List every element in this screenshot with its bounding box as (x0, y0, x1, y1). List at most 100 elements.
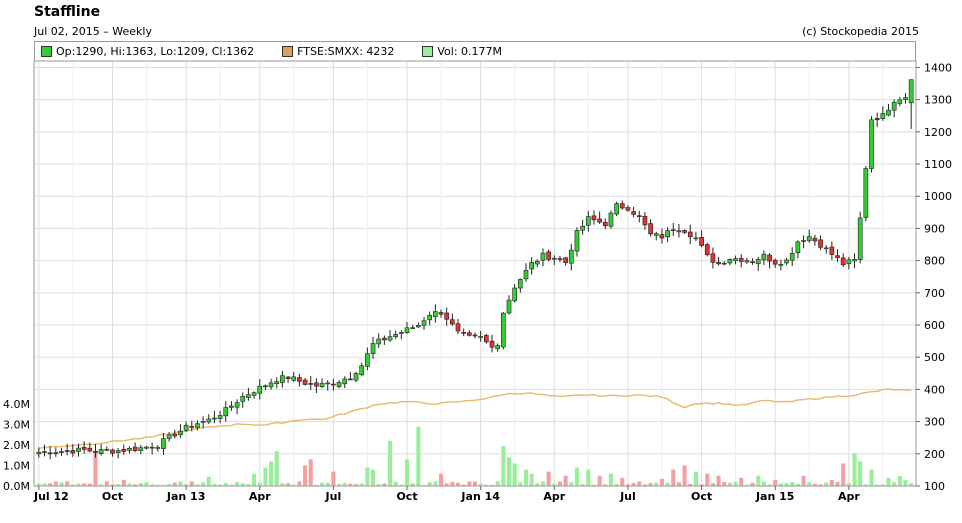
volume-bar (252, 473, 257, 486)
candle-body (251, 392, 257, 396)
candle-body (240, 395, 246, 402)
price-chart: 100 200 300 400 500 600 700 800 900 1000 1100 1200 1… (3, 60, 952, 503)
candle-body (472, 334, 478, 337)
volume-bar (416, 426, 421, 486)
candle-body (693, 237, 699, 240)
candle-body (517, 279, 523, 289)
volume-bar (659, 478, 664, 486)
candle-body (795, 241, 801, 254)
candle-body (42, 451, 47, 453)
volume-tick-label: 2.0M (3, 439, 30, 452)
candle-body (585, 216, 591, 226)
volume-bar (835, 482, 840, 486)
candle-body (591, 215, 597, 221)
candle-body (455, 323, 461, 332)
candle-body (308, 383, 314, 385)
candle-body (631, 211, 636, 215)
x-tick-label: Oct (396, 490, 417, 503)
candle-body (98, 449, 104, 454)
candle-body (268, 382, 274, 388)
candle-body (852, 259, 857, 262)
volume-bar (563, 475, 568, 486)
volume-bar (189, 481, 194, 486)
candle-body (138, 447, 144, 451)
candle-body (297, 377, 302, 382)
candle-body (393, 333, 399, 337)
candle-body (648, 223, 653, 235)
candle-body (285, 376, 291, 379)
candle-body (206, 418, 212, 423)
price-axis: 100 200 300 400 500 600 700 800 900 1000 1100 1200 1… (916, 61, 952, 493)
candle-body (903, 97, 908, 100)
candle-body (365, 353, 370, 367)
candle-body (619, 203, 625, 209)
volume-bar (104, 481, 109, 486)
y-tick-label: 1300 (924, 94, 952, 107)
volume-bar (852, 453, 857, 486)
candle-body (495, 345, 500, 350)
volume-bar (773, 479, 778, 486)
volume-bar (506, 457, 512, 486)
volume-bar (705, 473, 710, 486)
candle-body (144, 446, 149, 449)
y-tick-label: 800 (924, 255, 945, 268)
candle-body (546, 251, 551, 260)
volume-bar (65, 481, 70, 486)
candle-body (200, 421, 206, 423)
candle-body (761, 253, 767, 261)
candle-body (710, 253, 716, 263)
candle-body (53, 452, 59, 454)
candle-body (87, 447, 93, 452)
candle-body (36, 451, 42, 455)
x-tick-label: Jul 12 (33, 490, 69, 503)
candle-body (597, 218, 602, 223)
volume-bar (467, 481, 472, 486)
volume-bar (574, 467, 580, 486)
volume-bar (637, 481, 642, 486)
volume-bar (716, 475, 721, 486)
candle-body (404, 327, 410, 333)
candle-body (427, 314, 433, 321)
index-series-line (38, 388, 912, 450)
candle-body (750, 261, 755, 263)
candle-body (234, 402, 240, 408)
candle-body (863, 168, 869, 218)
volume-axis: 0.0M 1.0M 2.0M 3.0M 4.0M (3, 398, 30, 493)
volume-bar (523, 469, 529, 486)
volume-bar (518, 482, 523, 486)
candle-body (580, 225, 585, 231)
candle-body (880, 113, 886, 120)
y-tick-label: 200 (924, 448, 945, 461)
y-tick-label: 300 (924, 416, 945, 429)
y-tick-label: 100 (924, 480, 945, 493)
candle-body (229, 405, 234, 408)
y-tick-label: 700 (924, 287, 945, 300)
x-tick-label: Oct (691, 490, 712, 503)
candle-body (461, 332, 467, 334)
candle-body (274, 381, 280, 385)
candle-body (189, 426, 195, 428)
volume-bar (433, 481, 438, 486)
volume-bar (903, 479, 908, 486)
volume-bar (824, 482, 829, 486)
candle-body (874, 118, 880, 121)
volume-bar (512, 463, 517, 486)
candle-body (348, 378, 353, 381)
candle-body (778, 264, 784, 266)
candle-body (47, 452, 53, 455)
x-tick-label: Jan 15 (755, 490, 794, 503)
x-tick-label: Jan 14 (460, 490, 500, 503)
candle-body (433, 311, 438, 317)
volume-bar (331, 471, 336, 486)
candle-body (342, 378, 348, 385)
candle-body (846, 259, 852, 264)
candle-body (336, 382, 342, 387)
candle-body (659, 234, 665, 239)
y-tick-label: 600 (924, 319, 945, 332)
candle-body (370, 343, 376, 354)
candle-body (721, 262, 727, 265)
candle-body (540, 252, 546, 261)
candle-body (410, 327, 416, 329)
candle-body (325, 382, 331, 385)
volume-bar (308, 459, 313, 486)
